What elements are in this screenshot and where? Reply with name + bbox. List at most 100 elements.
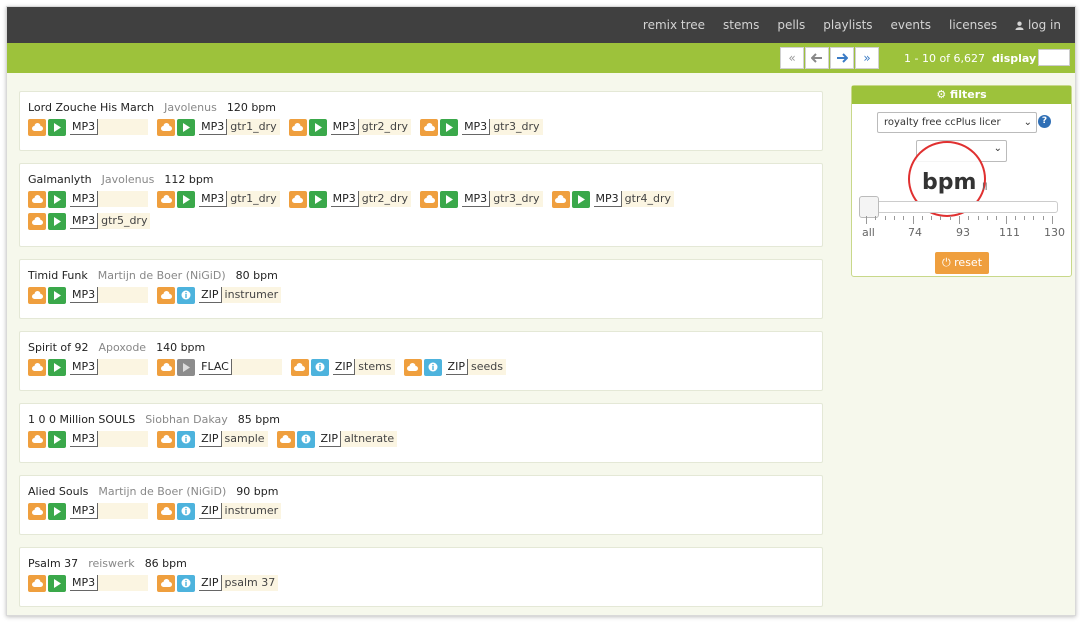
play-button[interactable] — [308, 118, 327, 136]
download-button[interactable] — [28, 502, 46, 520]
download-button[interactable] — [28, 430, 46, 448]
download-button[interactable] — [157, 430, 176, 448]
file-name[interactable]: gtr2_dry — [358, 191, 412, 207]
reset-button[interactable]: ⏻ reset — [935, 252, 989, 274]
info-button[interactable] — [177, 574, 196, 592]
track-artist[interactable]: Apoxode — [99, 341, 147, 354]
track-title[interactable]: Galmanlyth — [28, 173, 92, 186]
login-link[interactable]: log in — [1015, 18, 1061, 32]
file-name[interactable] — [98, 503, 149, 519]
file-name[interactable]: altnerate — [340, 431, 398, 447]
play-button[interactable] — [48, 358, 66, 376]
download-button[interactable] — [403, 358, 422, 376]
file-name[interactable]: gtr3_dry — [490, 191, 543, 207]
file-name[interactable] — [98, 431, 149, 447]
download-button[interactable] — [28, 190, 46, 208]
bpm-slider-track[interactable] — [860, 201, 1058, 213]
play-button[interactable] — [48, 286, 66, 304]
help-icon[interactable]: ? — [1038, 115, 1051, 128]
track-title[interactable]: Timid Funk — [28, 269, 88, 282]
first-page-button[interactable]: « — [780, 47, 804, 69]
play-button[interactable] — [48, 502, 66, 520]
file-name[interactable]: gtr1_dry — [227, 191, 280, 207]
play-button[interactable] — [48, 430, 66, 448]
track-title[interactable]: 1 0 0 Million SOULS — [28, 413, 135, 426]
nav-pells[interactable]: pells — [777, 18, 805, 32]
file-name[interactable]: gtr3_dry — [490, 119, 543, 135]
file-name[interactable]: gtr4_dry — [621, 191, 674, 207]
download-button[interactable] — [157, 574, 176, 592]
track-artist[interactable]: Javolenus — [102, 173, 155, 186]
play-button[interactable] — [571, 190, 590, 208]
file-name[interactable]: psalm 37 — [221, 575, 279, 591]
download-button[interactable] — [157, 502, 176, 520]
play-button[interactable] — [440, 190, 459, 208]
display-count-input[interactable] — [1038, 49, 1070, 66]
nav-licenses[interactable]: licenses — [949, 18, 997, 32]
file-name[interactable]: stems — [355, 359, 395, 375]
download-button[interactable] — [276, 430, 295, 448]
file-name[interactable] — [231, 359, 282, 375]
file-name[interactable]: instrumer — [221, 287, 282, 303]
play-button[interactable] — [177, 358, 196, 376]
last-page-button[interactable]: » — [855, 47, 879, 69]
track-artist[interactable]: Siobhan Dakay — [145, 413, 228, 426]
track-title[interactable]: Lord Zouche His March — [28, 101, 154, 114]
file-name[interactable]: instrumer — [221, 503, 282, 519]
file-name[interactable] — [98, 191, 149, 207]
prev-page-button[interactable] — [805, 47, 829, 69]
file-name[interactable]: seeds — [467, 359, 506, 375]
play-button[interactable] — [48, 190, 66, 208]
track-title[interactable]: Spirit of 92 — [28, 341, 89, 354]
info-button[interactable] — [177, 502, 196, 520]
download-button[interactable] — [157, 190, 176, 208]
track-artist[interactable]: reiswerk — [88, 557, 135, 570]
download-button[interactable] — [551, 190, 570, 208]
nav-stems[interactable]: stems — [723, 18, 759, 32]
info-button[interactable] — [177, 430, 196, 448]
play-button[interactable] — [48, 118, 66, 136]
track-artist[interactable]: Javolenus — [164, 101, 217, 114]
nav-playlists[interactable]: playlists — [823, 18, 872, 32]
track-title[interactable]: Psalm 37 — [28, 557, 78, 570]
download-button[interactable] — [290, 358, 309, 376]
track-artist[interactable]: Martijn de Boer (NiGiD) — [98, 485, 226, 498]
info-button[interactable] — [310, 358, 329, 376]
download-button[interactable] — [28, 286, 46, 304]
play-button[interactable] — [48, 212, 66, 230]
license-select[interactable]: royalty free ccPlus licer ⌄ — [877, 112, 1037, 133]
bpm-slider-handle[interactable] — [859, 196, 879, 218]
play-button[interactable] — [177, 118, 196, 136]
nav-remix-tree[interactable]: remix tree — [643, 18, 705, 32]
download-button[interactable] — [28, 358, 46, 376]
download-button[interactable] — [157, 118, 176, 136]
download-button[interactable] — [28, 118, 46, 136]
nav-events[interactable]: events — [891, 18, 931, 32]
info-button[interactable] — [296, 430, 315, 448]
file-name[interactable] — [98, 575, 149, 591]
play-button[interactable] — [48, 574, 66, 592]
download-button[interactable] — [420, 190, 439, 208]
track-title[interactable]: Alied Souls — [28, 485, 88, 498]
file-name[interactable]: gtr2_dry — [358, 119, 412, 135]
download-button[interactable] — [28, 212, 46, 230]
download-button[interactable] — [288, 190, 307, 208]
file-name[interactable] — [98, 287, 149, 303]
file-name[interactable]: gtr5_dry — [98, 213, 151, 229]
play-button[interactable] — [308, 190, 327, 208]
file-name[interactable]: sample — [221, 431, 268, 447]
download-button[interactable] — [157, 358, 176, 376]
download-button[interactable] — [28, 574, 46, 592]
file-name[interactable] — [98, 359, 149, 375]
info-button[interactable] — [423, 358, 442, 376]
track-artist[interactable]: Martijn de Boer (NiGiD) — [98, 269, 226, 282]
info-button[interactable] — [177, 286, 196, 304]
file-name[interactable]: gtr1_dry — [227, 119, 280, 135]
play-button[interactable] — [440, 118, 459, 136]
download-button[interactable] — [157, 286, 176, 304]
download-button[interactable] — [288, 118, 307, 136]
download-button[interactable] — [420, 118, 439, 136]
file-name[interactable] — [98, 119, 149, 135]
play-button[interactable] — [177, 190, 196, 208]
next-page-button[interactable] — [830, 47, 854, 69]
